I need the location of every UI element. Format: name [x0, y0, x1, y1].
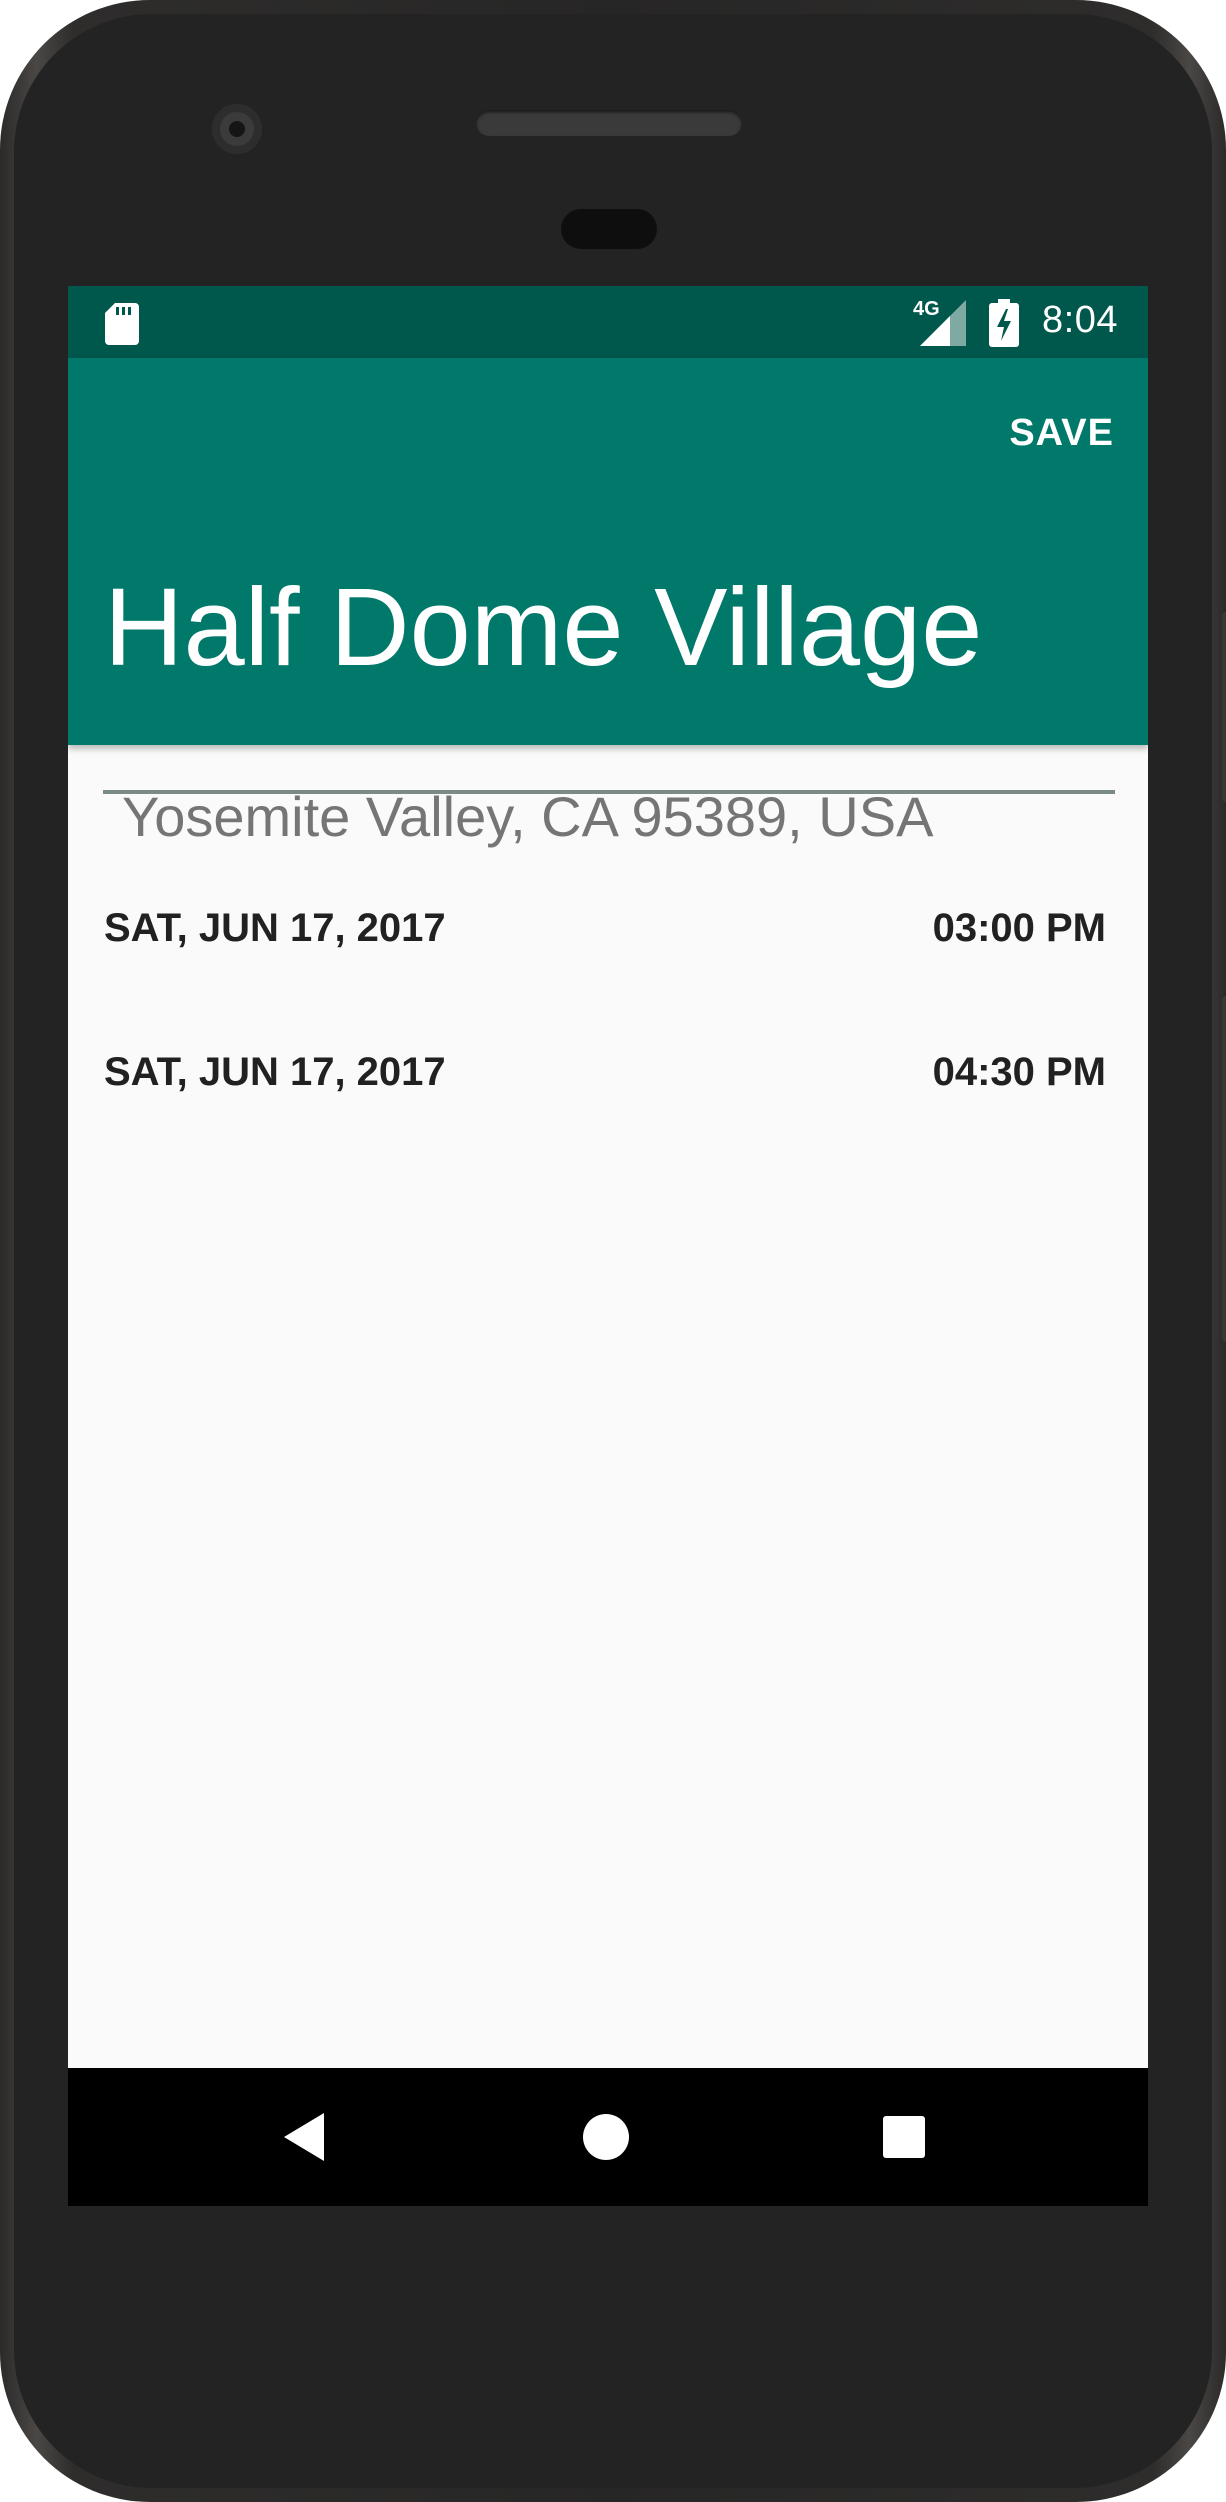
start-time-picker[interactable]: 03:00 PM	[933, 906, 1106, 951]
home-button[interactable]	[546, 2068, 666, 2206]
app-bar: SAVE Half Dome Village	[68, 358, 1148, 794]
power-button	[1222, 612, 1226, 802]
recents-button[interactable]	[844, 2068, 964, 2206]
address-text: Yosemite Valley, CA 95389, USA	[122, 785, 934, 848]
recents-icon	[883, 2116, 925, 2158]
signal-icon	[920, 300, 966, 346]
home-icon	[583, 2114, 629, 2160]
clock: 8:04	[1042, 299, 1118, 341]
back-button[interactable]	[248, 2068, 368, 2206]
status-bar: 4G 8:04	[68, 286, 1148, 358]
end-date-picker[interactable]: SAT, JUN 17, 2017	[104, 1050, 446, 1095]
start-date-picker[interactable]: SAT, JUN 17, 2017	[104, 906, 446, 951]
place-name-input[interactable]: Half Dome Village	[104, 568, 1114, 688]
sd-card-icon	[105, 303, 139, 345]
system-nav-bar	[68, 2068, 1148, 2206]
proximity-sensor	[561, 209, 657, 249]
back-icon	[284, 2113, 324, 2161]
phone-frame: 4G 8:04 SAVE Half Dome Village Yosemite …	[0, 0, 1226, 2502]
earpiece-speaker	[476, 110, 742, 136]
front-camera	[212, 104, 262, 154]
volume-button	[1222, 996, 1226, 1342]
screen: 4G 8:04 SAVE Half Dome Village Yosemite …	[68, 286, 1148, 2206]
end-time-picker[interactable]: 04:30 PM	[933, 1050, 1106, 1095]
battery-charging-icon	[989, 299, 1019, 347]
save-button[interactable]: SAVE	[1009, 412, 1114, 455]
